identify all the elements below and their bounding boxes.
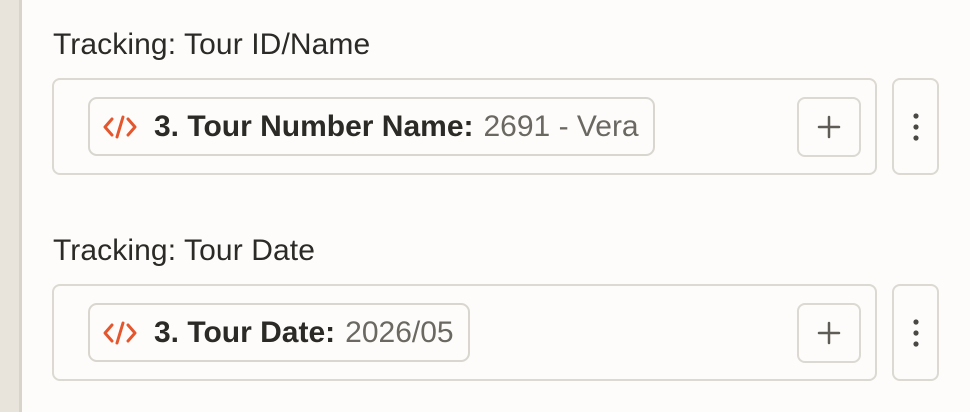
kebab-menu-icon bbox=[912, 318, 919, 347]
code-icon bbox=[103, 115, 137, 138]
kebab-menu-icon bbox=[912, 112, 919, 141]
token-value: 2691 - Vera bbox=[483, 109, 639, 143]
plus-icon bbox=[817, 115, 841, 139]
insert-data-button[interactable] bbox=[797, 97, 861, 157]
tour-date-input[interactable]: 3. Tour Date: 2026/05 bbox=[52, 284, 877, 381]
insert-data-button[interactable] bbox=[797, 303, 861, 363]
panel-left-border bbox=[0, 0, 22, 412]
field-options-button[interactable] bbox=[892, 78, 939, 175]
field-label-tour-id-name: Tracking: Tour ID/Name bbox=[53, 28, 371, 61]
mapped-field-token[interactable]: 3. Tour Date: 2026/05 bbox=[88, 303, 470, 362]
field-options-button[interactable] bbox=[892, 284, 939, 381]
field-label-tour-date: Tracking: Tour Date bbox=[53, 234, 316, 267]
token-value: 2026/05 bbox=[345, 315, 454, 349]
plus-icon bbox=[817, 321, 841, 345]
token-key: 3. Tour Date: bbox=[154, 315, 336, 349]
token-key: 3. Tour Number Name: bbox=[154, 109, 474, 143]
tour-id-name-input[interactable]: 3. Tour Number Name: 2691 - Vera bbox=[52, 78, 877, 175]
code-icon bbox=[103, 321, 137, 344]
mapped-field-token[interactable]: 3. Tour Number Name: 2691 - Vera bbox=[88, 97, 655, 156]
